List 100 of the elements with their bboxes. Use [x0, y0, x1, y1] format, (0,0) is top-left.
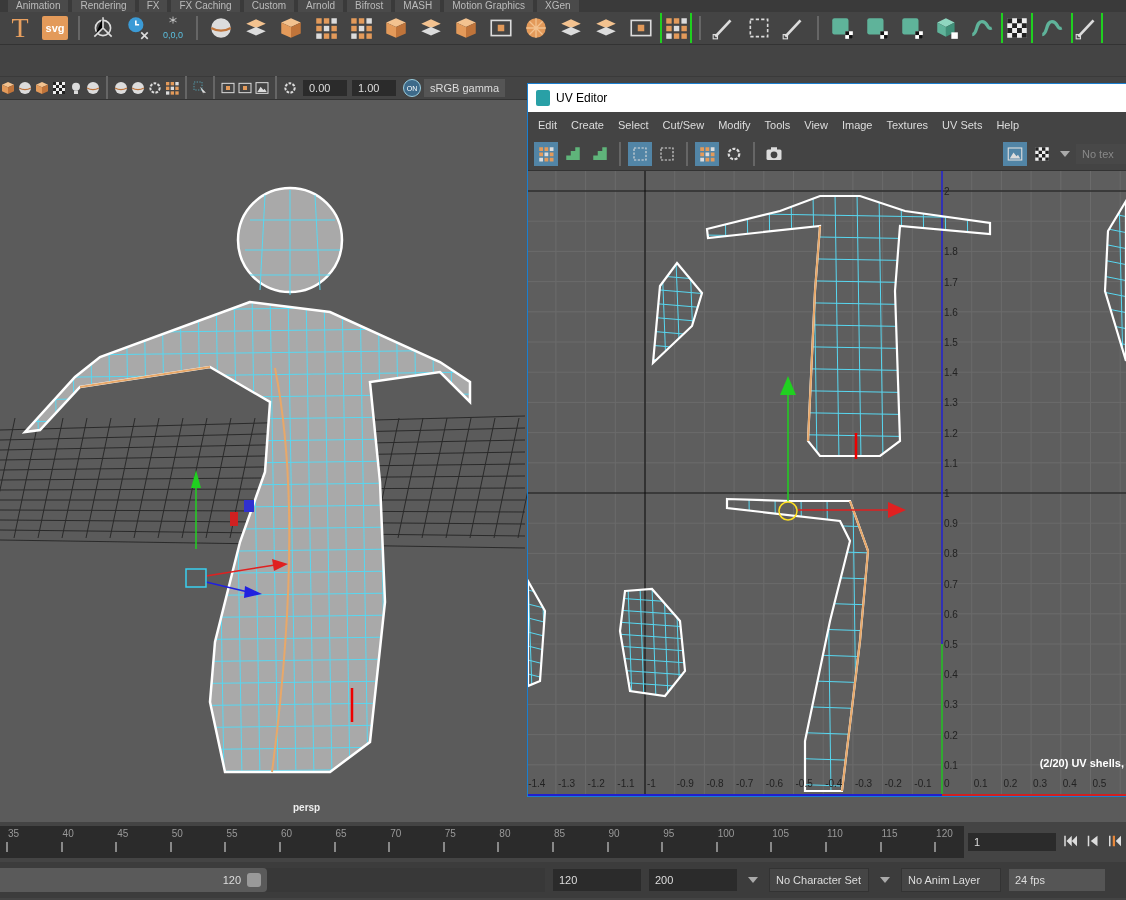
v-axis-label: 1.3 [944, 397, 958, 409]
current-frame-field[interactable]: 1 [968, 833, 1056, 851]
wheel-icon [523, 15, 549, 41]
menu-item[interactable]: Textures [886, 119, 929, 131]
shelf-button[interactable] [1001, 13, 1033, 43]
menu-item[interactable]: Edit [538, 119, 557, 131]
anim-layer-dropdown[interactable]: No Anim Layer [901, 868, 1001, 892]
menu-item[interactable]: UV Sets [942, 119, 983, 131]
v-axis-label: 1.5 [944, 337, 958, 348]
sphere-icon [208, 15, 234, 41]
camera-icon [765, 145, 783, 163]
shelf-tab[interactable]: MASH [395, 0, 441, 12]
view-transform-dropdown[interactable]: sRGB gamma [424, 79, 506, 97]
menu-item[interactable]: View [804, 119, 828, 131]
uv-shell[interactable] [618, 587, 687, 698]
uv-shell[interactable] [651, 261, 704, 366]
dashed-ring-icon [725, 145, 743, 163]
menu-item[interactable]: Cut/Sew [662, 119, 705, 131]
shelf-tab[interactable]: Animation [8, 0, 69, 12]
grid-icon [537, 145, 555, 163]
dashed-square-icon [658, 145, 676, 163]
u-axis-label: -1.2 [587, 778, 605, 789]
cube-icon [383, 15, 409, 41]
u-axis-label: 0.3 [1033, 778, 1047, 789]
image-icon [1006, 145, 1024, 163]
frame-number: 90 [607, 827, 621, 841]
checkered-cube-icon [934, 15, 960, 41]
u-axis-label: -1.3 [557, 778, 576, 789]
fps-dropdown[interactable]: 24 fps [1009, 869, 1105, 891]
grid-icon [698, 145, 716, 163]
frame-number: 105 [771, 827, 790, 841]
clock-icon [125, 15, 151, 41]
menu-item[interactable]: Tools [764, 119, 791, 131]
menu-item[interactable]: Create [570, 119, 604, 131]
u-axis-label: -0.3 [854, 778, 873, 789]
cube-icon [0, 80, 16, 96]
status-text: (2/20) UV shells, [1039, 757, 1124, 769]
move-manipulator-drawing[interactable] [778, 376, 906, 521]
uv-shell[interactable] [1103, 197, 1126, 363]
gamma-field[interactable]: 1.00 [352, 80, 396, 96]
v-axis-label: 1.2 [944, 427, 958, 439]
dashed-ring-icon [147, 80, 163, 96]
shelf-button[interactable]: 0,0,0 [157, 13, 189, 43]
shelf-button[interactable] [660, 13, 692, 43]
animation-end-field[interactable]: 200 [649, 869, 737, 891]
u-axis-label: 0.4 [1062, 778, 1077, 789]
v-axis-label: 0.4 [944, 669, 958, 681]
v-axis-label: 1.7 [944, 276, 958, 288]
shelf-tab[interactable]: XGen [537, 0, 579, 12]
square-icon [237, 80, 253, 96]
slider-handle[interactable] [247, 873, 262, 887]
checkered-shape-icon [899, 15, 925, 41]
checkered-shape-icon [864, 15, 890, 41]
range-slider-track[interactable]: 120 [0, 868, 545, 892]
v-axis-label: 0.7 [944, 578, 958, 590]
checker-icon [1033, 145, 1051, 163]
frame-number: 50 [170, 827, 184, 841]
shelf-tab[interactable]: FX [138, 0, 168, 12]
u-axis-label: -0.8 [706, 778, 724, 789]
menu-item[interactable]: Select [618, 119, 649, 131]
menu-item[interactable]: Image [841, 119, 873, 131]
shelf-button[interactable] [1071, 13, 1103, 43]
playback-end-field[interactable]: 120 [553, 869, 641, 891]
grid-icon [164, 80, 180, 96]
v-axis-label: 1.4 [944, 367, 958, 379]
frame-number: 35 [7, 827, 21, 841]
menu-item[interactable]: Modify [718, 119, 751, 131]
timeline-ruler[interactable]: 35 40 45 50 55 60 65 70 75 80 85 90 95 100 105 110 115 120 [0, 826, 964, 858]
v-axis-label: 0.8 [944, 548, 958, 560]
image-icon [254, 80, 270, 96]
sphere-icon [130, 80, 146, 96]
shelf-tab[interactable]: FX Caching [171, 0, 240, 12]
frame-number: 45 [116, 827, 130, 841]
shelf-button[interactable]: T [4, 13, 36, 43]
cube-icon [453, 15, 479, 41]
caret-icon[interactable] [748, 877, 758, 883]
grid-icon [663, 15, 689, 41]
shelf-tab[interactable]: Rendering [72, 0, 135, 12]
menu-item[interactable]: Help [996, 119, 1020, 131]
caret-icon[interactable] [1060, 151, 1070, 157]
u-axis-label: -1.1 [617, 778, 635, 789]
exposure-field[interactable]: 0.00 [303, 80, 347, 96]
frame-number: 70 [389, 827, 403, 841]
grid-icon [313, 15, 339, 41]
u-axis-label: -0.6 [765, 778, 784, 789]
v-axis-label: 0.9 [944, 518, 958, 530]
shelf-tab[interactable]: Bifrost [347, 0, 392, 12]
caret-icon[interactable] [880, 877, 890, 883]
frame-number: 65 [334, 827, 348, 841]
character-set-dropdown[interactable]: No Character Set [769, 868, 869, 892]
shelf-tab[interactable]: Arnold [298, 0, 343, 12]
frame-number: 110 [825, 827, 844, 841]
stairs-icon [591, 145, 609, 163]
frame-number: 100 [716, 827, 736, 841]
u-axis-label: -1.4 [528, 778, 546, 789]
checkered-shape-icon [829, 15, 855, 41]
shelf-tab[interactable]: Custom [243, 0, 295, 12]
frame-number: 95 [662, 827, 676, 841]
grid-icon [348, 15, 374, 41]
shelf-tab[interactable]: Motion Graphics [444, 0, 534, 12]
